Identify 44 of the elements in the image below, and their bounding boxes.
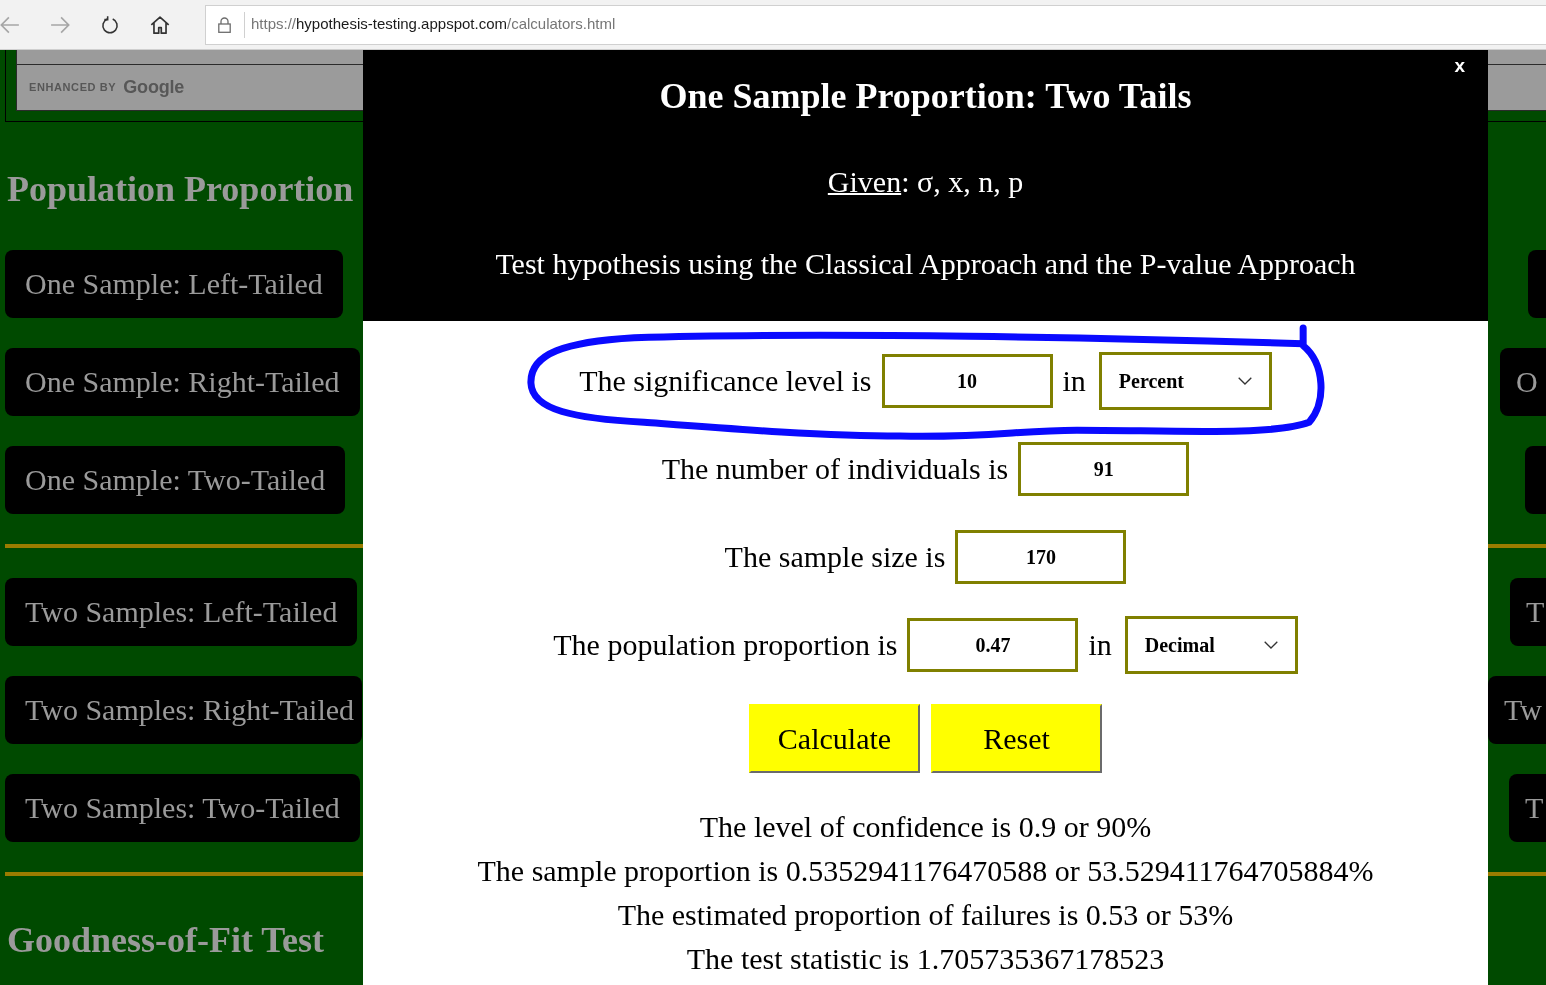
calculator-button[interactable]: One Sample: Left-Tailed — [5, 250, 343, 318]
chevron-down-icon — [1263, 641, 1278, 649]
calculator-button[interactable]: T — [1510, 578, 1546, 646]
calculator-button[interactable]: Two Samples: Two-Tailed — [5, 774, 360, 842]
calculator-button[interactable]: T — [1509, 774, 1546, 842]
arrow-left-icon — [0, 15, 20, 34]
home-icon — [150, 15, 170, 34]
calculator-button[interactable]: Two Samples: Right-Tailed — [5, 676, 362, 744]
value-field[interactable]: 91 — [1018, 442, 1190, 496]
given-line: Given: σ, x, n, p — [826, 164, 1025, 200]
lock-icon — [218, 16, 231, 33]
calculator-button[interactable]: Tw — [1488, 676, 1546, 744]
arrow-right-icon — [50, 15, 70, 34]
unit-select[interactable]: Decimal — [1124, 616, 1298, 674]
instruction-text: Test hypothesis using the Classical Approach and the P-value Approach — [494, 246, 1357, 282]
unit-select[interactable]: Percent — [1098, 352, 1272, 410]
dialog-title: One Sample Proportion: Two Tails — [658, 75, 1193, 118]
field-label: The significance level is — [579, 363, 872, 399]
field-label: The sample size is — [724, 539, 946, 575]
field-label: The population proportion is — [553, 627, 898, 663]
reload-icon — [100, 15, 120, 34]
calculator-button[interactable]: O — [1500, 348, 1546, 416]
calculator-button[interactable]: Two Samples: Left-Tailed — [5, 578, 358, 646]
address-field[interactable]: https://hypothesis-testing.appspot.com/calculators.html — [205, 4, 1546, 45]
connector-text: in — [1062, 363, 1086, 399]
result-text: The sample proportion is 0.5352941176470588 or 53.529411764705884% — [476, 853, 1375, 889]
value-field[interactable]: 0.47 — [907, 618, 1079, 672]
calculator-button[interactable] — [1528, 250, 1546, 318]
section-heading: Population Proportion — [7, 168, 354, 210]
value-field[interactable]: 10 — [881, 354, 1053, 408]
field-label: The number of individuals is — [661, 451, 1009, 487]
action-button[interactable]: Reset — [931, 704, 1102, 773]
calculator-button[interactable]: One Sample: Right-Tailed — [5, 348, 360, 416]
connector-text: in — [1088, 627, 1112, 663]
result-text: The level of confidence is 0.9 or 90% — [698, 809, 1153, 845]
value-field[interactable]: 170 — [955, 530, 1127, 584]
calculator-button[interactable]: One Sample: Two-Tailed — [5, 446, 346, 514]
chevron-down-icon — [1237, 377, 1252, 385]
calculator-button[interactable] — [1525, 446, 1546, 514]
section-heading: Goodness-of-Fit Test — [7, 919, 325, 961]
close-button[interactable]: x — [1450, 54, 1469, 77]
action-button[interactable]: Calculate — [749, 704, 920, 773]
result-text: The test statistic is 1.705735367178523 — [685, 941, 1166, 977]
result-text: The estimated proportion of failures is 0.53 or 53% — [616, 897, 1235, 933]
